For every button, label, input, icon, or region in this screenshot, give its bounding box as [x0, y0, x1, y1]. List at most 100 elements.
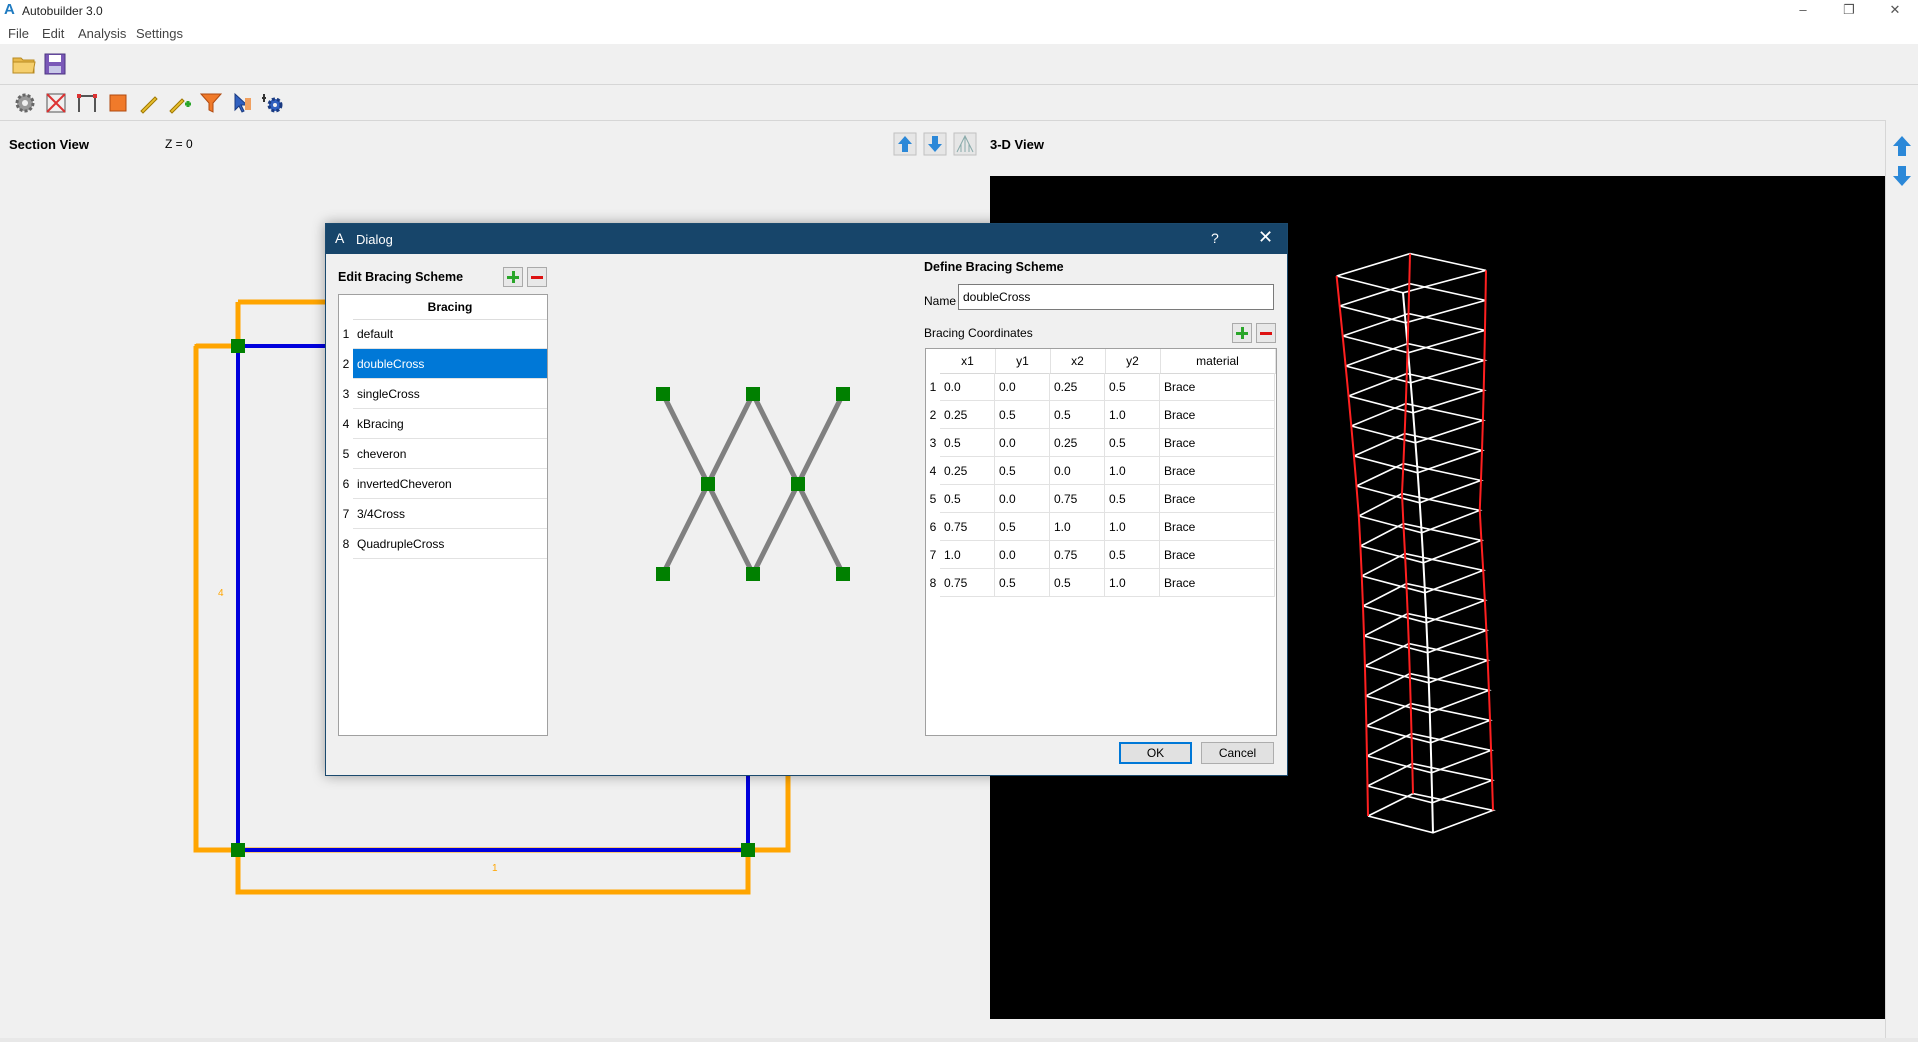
column-header-y2[interactable]: y2	[1105, 349, 1161, 374]
cell-material[interactable]: Brace	[1160, 457, 1275, 485]
add-bracing-button[interactable]	[503, 267, 523, 287]
frame-icon[interactable]	[74, 90, 100, 116]
cell-y1[interactable]: 0.5	[995, 513, 1050, 541]
add-coordinate-button[interactable]	[1232, 323, 1252, 343]
bracing-name-input[interactable]	[958, 284, 1274, 310]
cell-x2[interactable]: 0.25	[1050, 429, 1105, 457]
floor-outline	[1342, 312, 1486, 354]
restore-button[interactable]: ❐	[1826, 0, 1872, 22]
bracing-list-item[interactable]: 1 default	[339, 319, 547, 349]
bracing-list[interactable]: Bracing 1 default 2 doubleCross 3 singleCross…	[338, 294, 548, 736]
column-header-y1[interactable]: y1	[995, 349, 1051, 374]
bracing-list-item[interactable]: 4 kBracing	[339, 409, 547, 439]
cell-x2[interactable]: 0.5	[1050, 401, 1105, 429]
brace-node	[791, 477, 805, 491]
row-number: 2	[342, 357, 350, 371]
row-number: 6	[929, 520, 937, 534]
cell-y1[interactable]: 0.0	[995, 541, 1050, 569]
bracing-list-item[interactable]: 7 3/4Cross	[339, 499, 547, 529]
cell-x1[interactable]: 1.0	[940, 541, 995, 569]
column-header-x1[interactable]: x1	[940, 349, 996, 374]
cell-y2[interactable]: 1.0	[1105, 457, 1160, 485]
cell-material[interactable]: Brace	[1160, 513, 1275, 541]
cell-y1[interactable]: 0.0	[995, 429, 1050, 457]
frame-node[interactable]	[741, 843, 755, 857]
add-pencil-icon[interactable]	[167, 90, 193, 116]
bracing-list-item[interactable]: 3 singleCross	[339, 379, 547, 409]
open-folder-icon[interactable]	[11, 51, 37, 77]
bracing-list-item[interactable]: 2 doubleCross	[339, 349, 547, 379]
elevation-view-icon[interactable]	[953, 132, 977, 156]
cell-material[interactable]: Brace	[1160, 569, 1275, 597]
cell-x1[interactable]: 0.25	[940, 401, 995, 429]
cell-material[interactable]: Brace	[1160, 401, 1275, 429]
column-header-material[interactable]: material	[1160, 349, 1276, 374]
panel-icon[interactable]	[105, 90, 131, 116]
level-up-arrow-icon[interactable]	[893, 132, 917, 156]
help-button[interactable]: ?	[1211, 230, 1219, 246]
cell-y1[interactable]: 0.5	[995, 569, 1050, 597]
cell-x1[interactable]: 0.0	[940, 373, 995, 401]
pencil-icon[interactable]	[136, 90, 162, 116]
cursor-hand-icon[interactable]	[229, 90, 255, 116]
bracing-name: 3/4Cross	[357, 507, 406, 521]
bracing-list-item[interactable]: 6 invertedCheveron	[339, 469, 547, 499]
scroll-down-arrow-icon[interactable]	[1890, 164, 1914, 188]
cell-x1[interactable]: 0.5	[940, 485, 995, 513]
cell-material[interactable]: Brace	[1160, 485, 1275, 513]
cell-y2[interactable]: 0.5	[1105, 485, 1160, 513]
cell-y2[interactable]: 0.5	[1105, 373, 1160, 401]
cell-y2[interactable]: 1.0	[1105, 401, 1160, 429]
remove-bracing-button[interactable]	[527, 267, 547, 287]
status-bar	[0, 1038, 1918, 1042]
remove-coordinate-button[interactable]	[1256, 323, 1276, 343]
gear-icon[interactable]	[12, 90, 38, 116]
menu-edit[interactable]: Edit	[42, 26, 64, 41]
cell-y1[interactable]: 0.5	[995, 457, 1050, 485]
cell-y2[interactable]: 0.5	[1105, 541, 1160, 569]
cell-material[interactable]: Brace	[1160, 541, 1275, 569]
cell-y1[interactable]: 0.0	[995, 485, 1050, 513]
close-window-button[interactable]: ✕	[1872, 0, 1918, 22]
cell-y1[interactable]: 0.5	[995, 401, 1050, 429]
save-disk-icon[interactable]	[42, 51, 68, 77]
menu-file[interactable]: File	[8, 26, 29, 41]
cell-material[interactable]: Brace	[1160, 373, 1275, 401]
bracing-list-item[interactable]: 8 QuadrupleCross	[339, 529, 547, 559]
cell-x2[interactable]: 0.75	[1050, 541, 1105, 569]
level-down-arrow-icon[interactable]	[923, 132, 947, 156]
cell-x2[interactable]: 0.0	[1050, 457, 1105, 485]
bracing-coordinates-table[interactable]: x1 y1 x2 y2 material 1 0.0 0.0 0.25 0.5 Brace 2 0.2…	[925, 348, 1277, 736]
cell-x1[interactable]: 0.75	[940, 513, 995, 541]
dialog-close-button[interactable]: ✕	[1258, 227, 1273, 248]
floor-outline	[1367, 792, 1496, 834]
cell-x2[interactable]: 0.75	[1050, 485, 1105, 513]
cell-material[interactable]: Brace	[1160, 429, 1275, 457]
filter-icon[interactable]	[198, 90, 224, 116]
minimize-button[interactable]: –	[1780, 0, 1826, 22]
cancel-button[interactable]: Cancel	[1201, 742, 1274, 764]
bracing-list-item[interactable]: 5 cheveron	[339, 439, 547, 469]
cell-y1[interactable]: 0.0	[995, 373, 1050, 401]
cell-x2[interactable]: 0.25	[1050, 373, 1105, 401]
cell-x1[interactable]: 0.5	[940, 429, 995, 457]
cell-x1[interactable]: 0.25	[940, 457, 995, 485]
bracing-list-header: Bracing	[353, 295, 547, 320]
brace-node	[701, 477, 715, 491]
window-title: Autobuilder 3.0	[22, 4, 103, 18]
cell-x1[interactable]: 0.75	[940, 569, 995, 597]
frame-node[interactable]	[231, 339, 245, 353]
bracing-icon[interactable]	[43, 90, 69, 116]
ok-button[interactable]: OK	[1119, 742, 1192, 764]
settings-cog-icon[interactable]	[260, 90, 286, 116]
cell-y2[interactable]: 1.0	[1105, 513, 1160, 541]
frame-node[interactable]	[231, 843, 245, 857]
cell-x2[interactable]: 0.5	[1050, 569, 1105, 597]
scroll-up-arrow-icon[interactable]	[1890, 134, 1914, 158]
cell-x2[interactable]: 1.0	[1050, 513, 1105, 541]
menu-settings[interactable]: Settings	[136, 26, 183, 41]
menu-analysis[interactable]: Analysis	[78, 26, 126, 41]
column-header-x2[interactable]: x2	[1050, 349, 1106, 374]
cell-y2[interactable]: 0.5	[1105, 429, 1160, 457]
cell-y2[interactable]: 1.0	[1105, 569, 1160, 597]
